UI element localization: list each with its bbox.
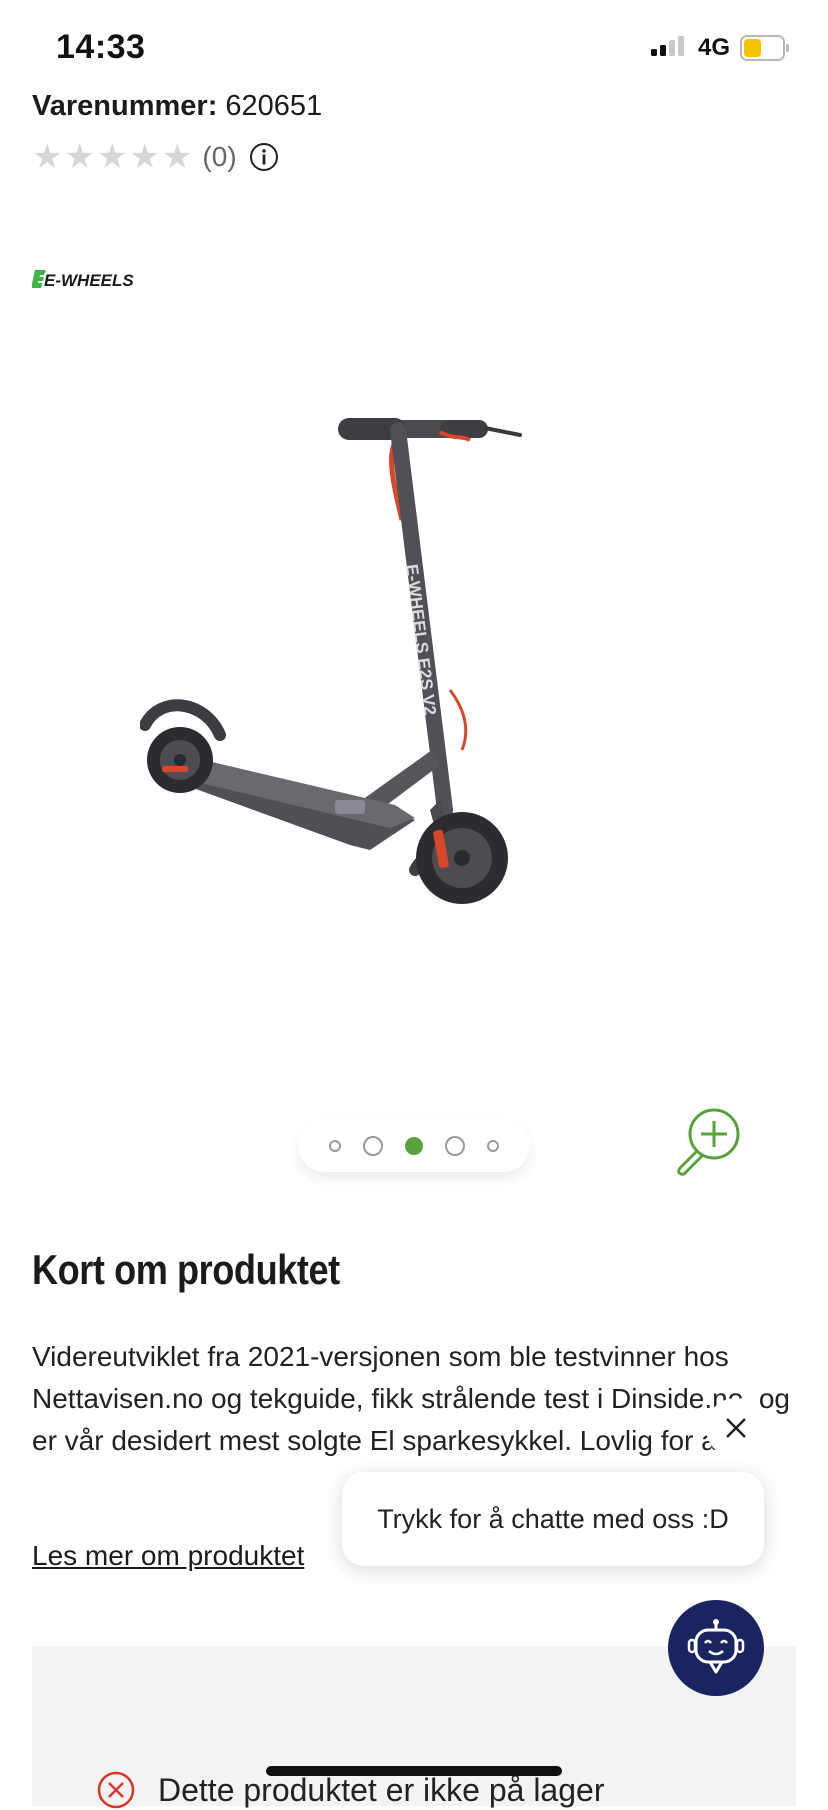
svg-text:E-WHEELS E2S V2: E-WHEELS E2S V2 [402,563,440,716]
sku-value: 620651 [225,90,323,122]
home-indicator[interactable] [266,1766,562,1776]
battery-icon [740,35,789,61]
read-more-link[interactable]: Les mer om produktet [32,1540,304,1572]
close-icon [726,1418,746,1438]
star-icon: ★ [129,138,160,176]
info-icon[interactable] [249,142,279,172]
cellular-signal-icon [651,36,684,56]
chat-close-button[interactable] [706,1398,766,1458]
gallery-dot[interactable] [329,1140,341,1152]
gallery-dot[interactable] [445,1136,465,1156]
chat-launcher-button[interactable] [668,1600,764,1696]
chat-prompt-text: Trykk for å chatte med oss :D [377,1503,729,1534]
rating-stars: ★ ★ ★ ★ ★ [32,140,192,174]
product-image[interactable]: E-WHEELS E2S V2 [140,390,610,1060]
rating[interactable]: ★ ★ ★ ★ ★ (0) [32,138,279,176]
chat-prompt-bubble[interactable]: Trykk for å chatte med oss :D [342,1472,764,1566]
section-title: Kort om produktet [32,1246,340,1293]
gallery-pagination [298,1120,530,1172]
sku-line: Varenummer: 620651 [32,90,322,123]
star-icon: ★ [32,138,63,176]
star-icon: ★ [64,138,95,176]
product-description: Videreutviklet fra 2021-versjonen som bl… [32,1341,790,1456]
star-icon: ★ [96,138,128,176]
network-type: 4G [698,34,731,61]
gallery-dot-active[interactable] [405,1137,423,1155]
status-time: 14:33 [56,28,146,66]
sku-label: Varenummer: [32,90,218,122]
gallery-dot[interactable] [363,1136,383,1156]
review-count[interactable]: (0) [202,141,236,173]
gallery-dot[interactable] [487,1140,499,1152]
svg-text:E-WHEELS: E-WHEELS [44,271,134,290]
status-bar: 14:33 4G [0,0,828,96]
out-of-stock-icon [97,1771,135,1809]
brand-logo: E-WHEELS [32,270,134,290]
zoom-in-icon[interactable] [672,1104,744,1176]
star-icon: ★ [161,138,193,176]
chatbot-icon [687,1619,745,1674]
stock-status-text: Dette produktet er ikke på lager [158,1771,605,1808]
stock-status: Dette produktet er ikke på lager [96,1770,604,1810]
